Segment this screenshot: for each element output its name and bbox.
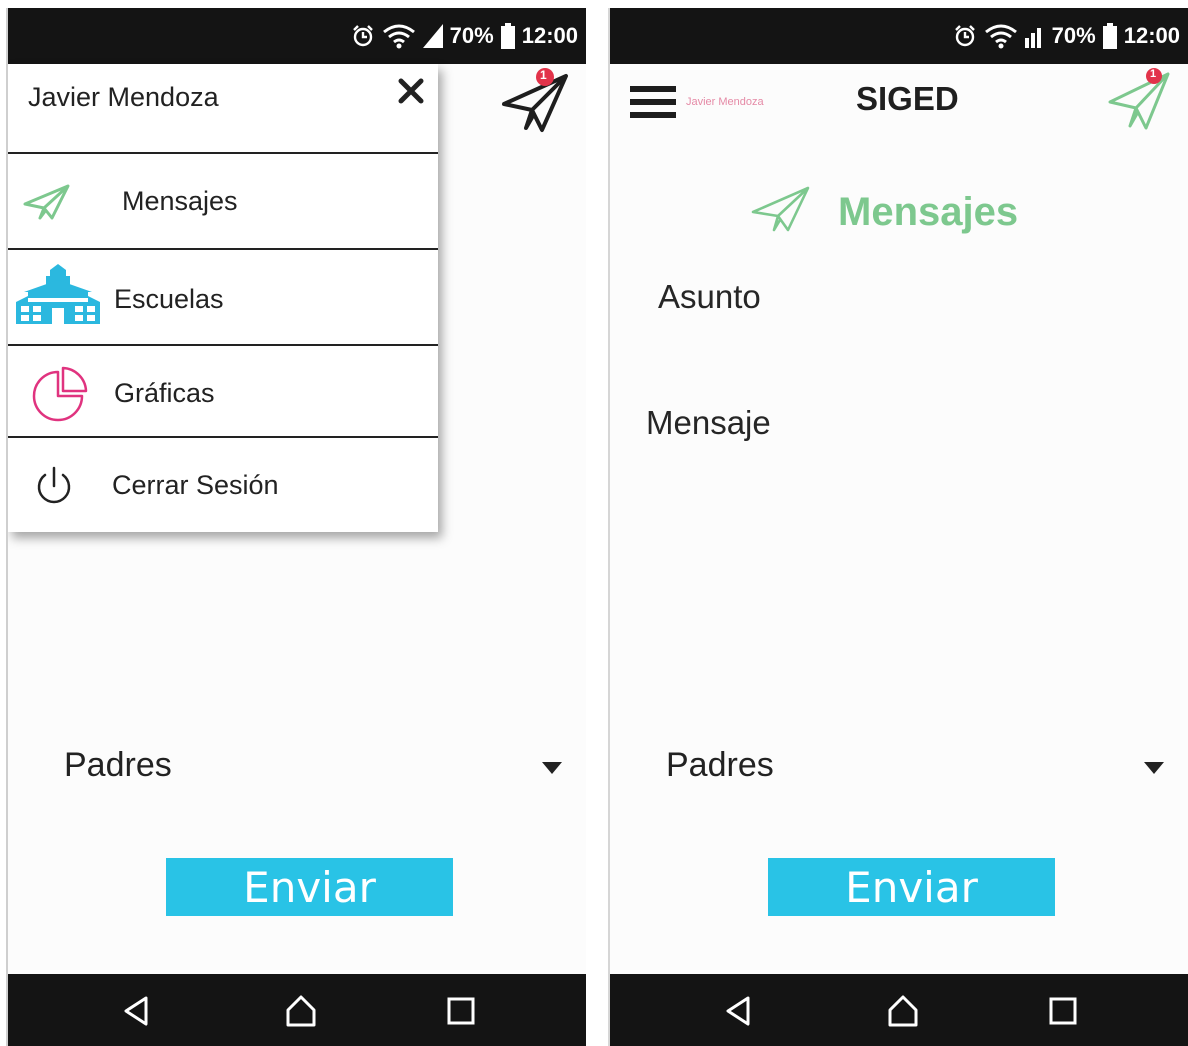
recipient-select-value: Padres (666, 746, 774, 784)
home-icon[interactable] (284, 994, 318, 1028)
back-icon[interactable] (120, 994, 154, 1028)
recipient-select[interactable]: Padres (64, 738, 562, 798)
wifi-icon (984, 24, 1017, 49)
menu-button[interactable] (630, 82, 678, 118)
close-icon[interactable] (396, 76, 426, 106)
power-icon (37, 466, 71, 504)
app-title: SIGED (856, 80, 959, 117)
clock-time: 12:00 (1123, 23, 1180, 48)
alarm-icon (954, 25, 975, 47)
menu-item-label: Mensajes (122, 186, 238, 216)
status-bar: 70% 12:00 (610, 8, 1188, 64)
menu-item-graficas[interactable]: Gráficas (8, 344, 438, 438)
phone-screen-menu-open: 70% 12:00 1 Padres Enviar Javier Mendoza (6, 8, 586, 1046)
hamburger-line (630, 112, 676, 118)
recipient-select-value: Padres (64, 746, 172, 784)
notification-count: 1 (1150, 68, 1157, 80)
paper-plane-icon (23, 184, 70, 220)
navigation-drawer: Javier Mendoza Mensajes Escuelas Gráfica… (8, 64, 438, 532)
send-button[interactable]: Enviar (166, 858, 453, 916)
send-button[interactable]: Enviar (768, 858, 1055, 916)
system-navigation-bar (8, 974, 586, 1046)
recent-apps-icon[interactable] (1046, 994, 1080, 1028)
menu-item-escuelas[interactable]: Escuelas (8, 248, 438, 346)
pie-chart-icon (32, 366, 88, 422)
recent-apps-icon[interactable] (444, 994, 478, 1028)
page-title: Mensajes (838, 190, 1019, 234)
school-building-icon (16, 264, 100, 324)
signal-icon (422, 24, 443, 48)
notification-button[interactable]: 1 (1106, 68, 1174, 137)
battery-percentage: 70% (1051, 23, 1096, 48)
subject-field[interactable]: Asunto (658, 278, 761, 316)
drawer-user-name: Javier Mendoza (28, 82, 219, 112)
battery-icon (1102, 23, 1117, 49)
phone-screen-messages: 70% 12:00 Javier Mendoza SIGED 1 Mensaje… (608, 8, 1188, 1046)
menu-item-mensajes[interactable]: Mensajes (8, 152, 438, 250)
home-icon[interactable] (886, 994, 920, 1028)
wifi-icon (382, 24, 415, 49)
hamburger-line (630, 86, 676, 92)
dropdown-arrow-icon (542, 762, 562, 774)
hamburger-line (630, 99, 676, 105)
clock-time: 12:00 (521, 23, 578, 48)
message-field[interactable]: Mensaje (646, 404, 771, 442)
menu-item-label: Cerrar Sesión (112, 470, 279, 500)
signal-icon (1024, 28, 1041, 48)
recipient-select[interactable]: Padres (666, 738, 1164, 798)
notification-button[interactable]: 1 (500, 68, 572, 139)
header-user-name: Javier Mendoza (686, 96, 764, 108)
system-navigation-bar (610, 974, 1188, 1046)
notification-count: 1 (540, 68, 547, 82)
dropdown-arrow-icon (1144, 762, 1164, 774)
battery-percentage: 70% (449, 23, 494, 48)
menu-item-label: Gráficas (114, 378, 215, 408)
alarm-icon (352, 25, 373, 47)
paper-plane-icon (751, 186, 810, 232)
status-bar: 70% 12:00 (8, 8, 586, 64)
menu-item-label: Escuelas (114, 284, 224, 314)
battery-icon (500, 23, 515, 49)
menu-item-cerrar-sesion[interactable]: Cerrar Sesión (8, 436, 438, 534)
back-icon[interactable] (722, 994, 756, 1028)
